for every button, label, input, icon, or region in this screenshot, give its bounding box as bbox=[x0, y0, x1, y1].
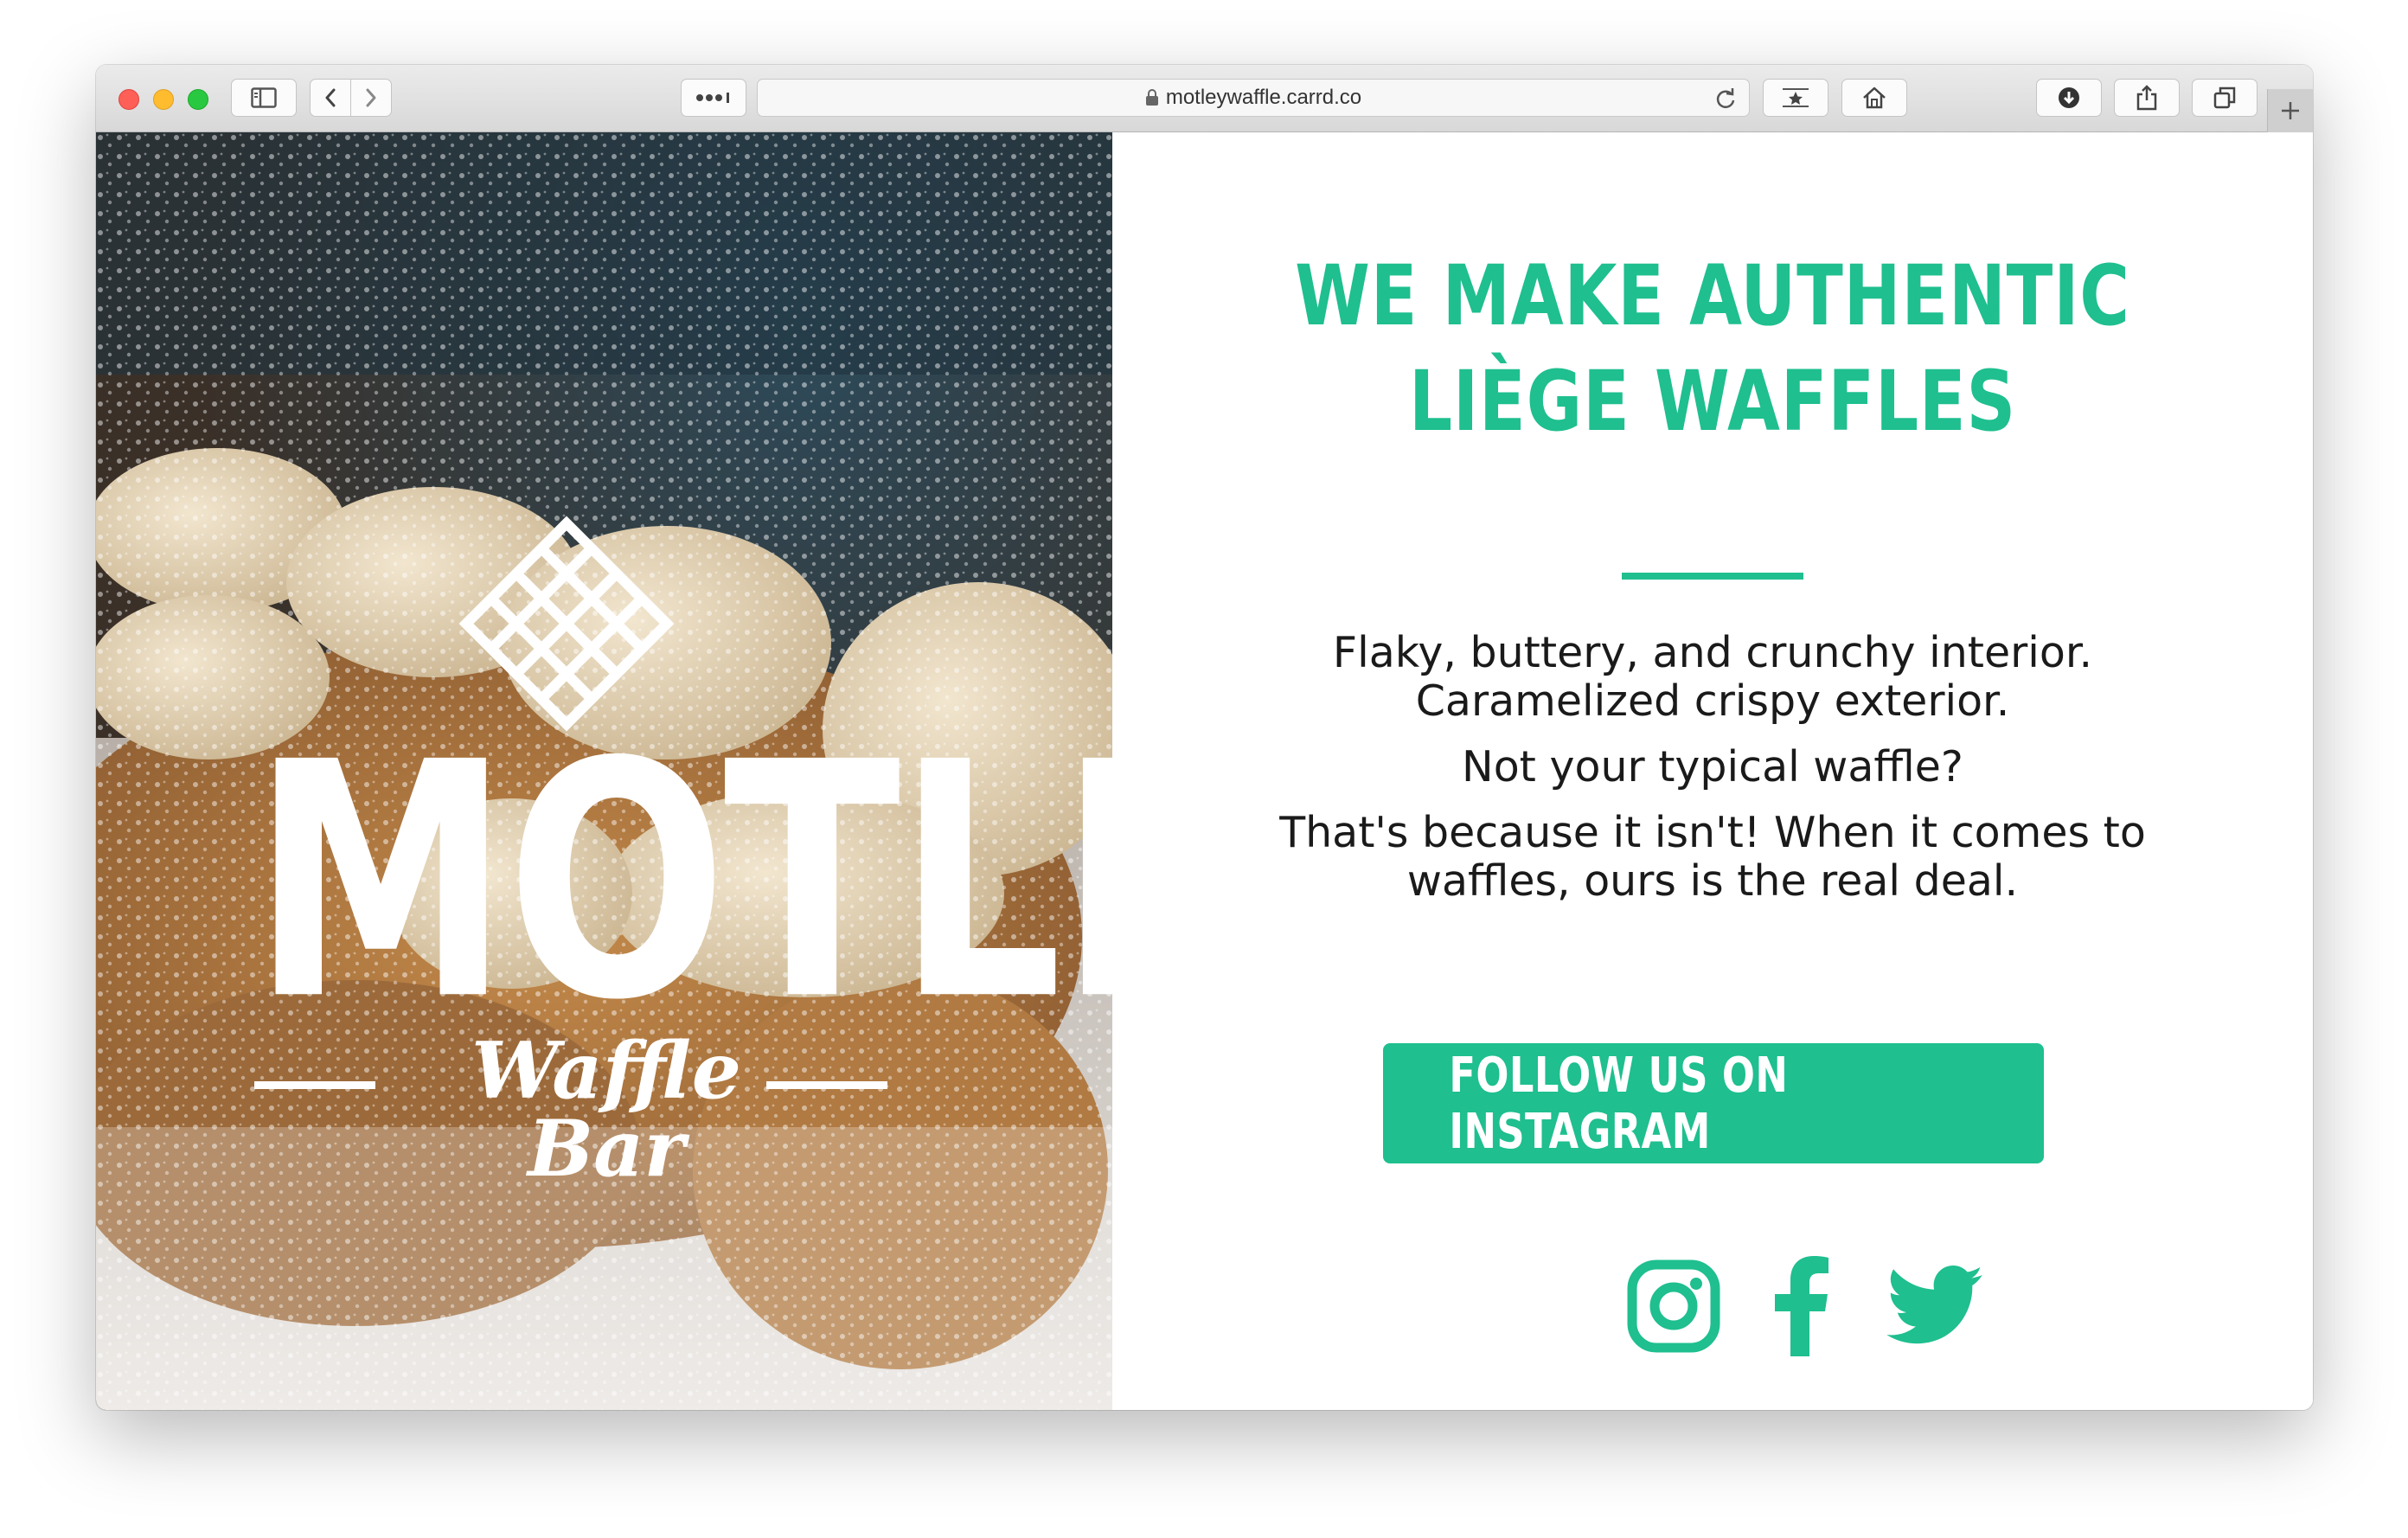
main-panel: WE MAKE AUTHENTIC LIÈGE WAFFLES Flaky, b… bbox=[1112, 132, 2313, 1410]
answer-line-2: waffles, ours is the real deal. bbox=[1406, 856, 2019, 906]
headline-line-2: LIÈGE WAFFLES bbox=[1408, 353, 2017, 450]
back-button[interactable] bbox=[310, 79, 351, 117]
twitter-link[interactable] bbox=[1885, 1254, 1987, 1358]
hero-image: MOTLEY Waffle Bar bbox=[96, 132, 1112, 1410]
browser-toolbar: motleywaffle.carrd.co bbox=[96, 65, 2313, 132]
home-icon bbox=[1863, 87, 1886, 109]
download-button[interactable] bbox=[2036, 79, 2102, 117]
more-icon bbox=[696, 93, 729, 103]
bookmark-icon bbox=[1783, 88, 1809, 107]
new-tab-icon bbox=[2282, 102, 2299, 119]
address-bar[interactable]: motleywaffle.carrd.co bbox=[757, 79, 1750, 117]
intro-line-2: Caramelized crispy exterior. bbox=[1415, 676, 2010, 726]
twitter-icon bbox=[1886, 1266, 1983, 1344]
answer-paragraph: That's because it isn't! When it comes t… bbox=[1199, 809, 2226, 906]
intro-line-1: Flaky, buttery, and crunchy interior. bbox=[1332, 628, 2093, 677]
lock-icon bbox=[1145, 89, 1158, 106]
page-content: MOTLEY Waffle Bar WE MAKE AUTHENTIC LIÈG… bbox=[96, 132, 2313, 1410]
bookmark-button[interactable] bbox=[1763, 79, 1828, 117]
follow-instagram-button[interactable]: FOLLOW US ON INSTAGRAM bbox=[1383, 1043, 2044, 1163]
share-button[interactable] bbox=[2114, 79, 2180, 117]
logo-divider-left bbox=[254, 1081, 375, 1089]
question-paragraph: Not your typical waffle? bbox=[1462, 742, 1963, 791]
brand-name: MOTLEY bbox=[252, 693, 1112, 1071]
close-window-button[interactable] bbox=[118, 89, 139, 110]
instagram-link[interactable] bbox=[1625, 1254, 1722, 1358]
instagram-icon bbox=[1627, 1259, 1720, 1353]
headline-line-1: WE MAKE AUTHENTIC bbox=[1295, 247, 2130, 344]
forward-button[interactable] bbox=[350, 79, 392, 117]
home-button[interactable] bbox=[1841, 79, 1907, 117]
logo-divider-right bbox=[766, 1081, 887, 1089]
browser-window: motleywaffle.carrd.co MOTL Waffle Bar WE… bbox=[96, 65, 2313, 1410]
page-headline: WE MAKE AUTHENTIC LIÈGE WAFFLES bbox=[1220, 243, 2205, 454]
tabs-icon bbox=[2213, 87, 2236, 109]
share-icon bbox=[2136, 85, 2157, 111]
zoom-window-button[interactable] bbox=[188, 89, 208, 110]
headline-divider bbox=[1622, 573, 1803, 580]
facebook-icon bbox=[1775, 1256, 1828, 1356]
more-button[interactable] bbox=[681, 79, 746, 117]
sidebar-icon bbox=[251, 87, 277, 108]
sidebar-button[interactable] bbox=[231, 79, 297, 117]
new-tab-button[interactable] bbox=[2267, 89, 2313, 132]
download-icon bbox=[2059, 87, 2079, 108]
follow-instagram-label: FOLLOW US ON INSTAGRAM bbox=[1449, 1047, 1789, 1160]
minimize-window-button[interactable] bbox=[153, 89, 174, 110]
facebook-link[interactable] bbox=[1771, 1254, 1832, 1358]
answer-line-1: That's because it isn't! When it comes t… bbox=[1279, 808, 2146, 857]
forward-icon bbox=[366, 88, 376, 107]
tabs-button[interactable] bbox=[2192, 79, 2258, 117]
reload-icon[interactable] bbox=[1714, 87, 1737, 110]
brand-tagline: Waffle Bar bbox=[471, 1025, 741, 1195]
brand-logo: MOTLEY Waffle Bar bbox=[96, 132, 1112, 1410]
url-text: motleywaffle.carrd.co bbox=[1165, 86, 1362, 109]
back-icon bbox=[325, 88, 336, 107]
intro-paragraph: Flaky, buttery, and crunchy interior. Ca… bbox=[1199, 629, 2226, 726]
